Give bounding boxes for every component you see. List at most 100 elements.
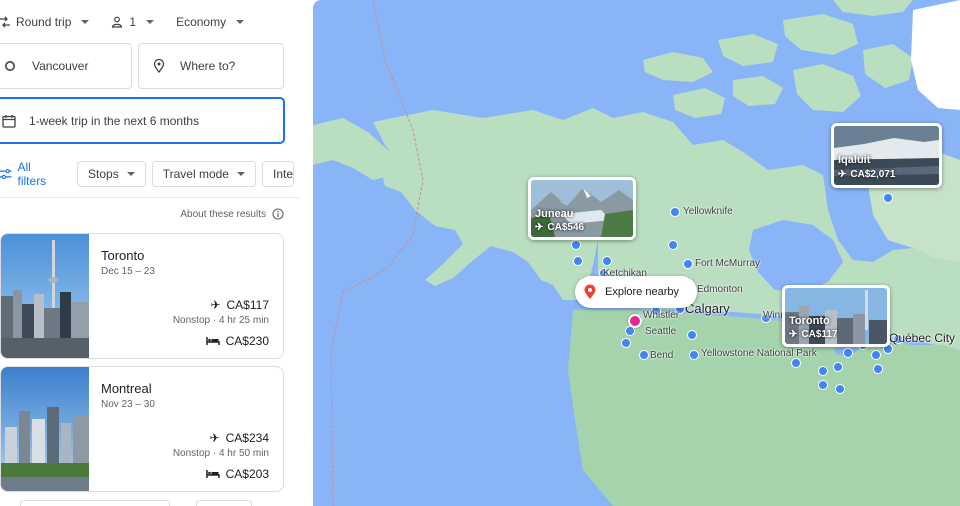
map-label-yellowknife: Yellowknife	[683, 206, 733, 217]
destination-card-toronto[interactable]: Toronto Dec 15 – 23 ✈ CA$117 Nonstop · 4…	[0, 233, 284, 359]
info-icon	[272, 208, 284, 220]
map-label-fort-mcmurray: Fort McMurray	[695, 258, 760, 269]
card-dates: Dec 15 – 23	[101, 266, 155, 277]
destination-card-montreal[interactable]: Montreal Nov 23 – 30 ✈ CA$234 Nonstop · …	[0, 366, 284, 492]
card-flight-price-row: ✈ CA$234	[210, 431, 269, 445]
map-city-pin[interactable]	[843, 348, 853, 358]
interests-filter-chip[interactable]: Inte	[261, 161, 294, 187]
map-city-pin[interactable]	[833, 362, 843, 372]
photo-pin-toronto[interactable]: Toronto ✈ CA$117	[782, 285, 890, 347]
card-flight-details: Nonstop · 4 hr 25 min	[172, 315, 269, 326]
card-hotel-price-row: CA$203	[205, 467, 269, 481]
photo-pin-price-row: ✈ CA$546	[535, 222, 584, 233]
map-label-quebec: Québec City	[889, 331, 956, 345]
map-label-seattle: Seattle	[645, 326, 677, 337]
card-city: Montreal	[101, 381, 152, 396]
airplane-icon: ✈	[535, 222, 544, 233]
destination-placeholder: Where to?	[180, 59, 236, 73]
tune-icon	[0, 169, 12, 179]
photo-pin-price-row: ✈ CA$2,071	[838, 169, 895, 180]
map-label-edmonton: Edmonton	[697, 284, 743, 295]
results-panel: Round trip 1 Economy Vancouver Where to?	[0, 0, 300, 506]
map-city-pin[interactable]	[687, 330, 697, 340]
explore-nearby-button[interactable]: Explore nearby	[575, 276, 697, 308]
next-card-edge	[196, 500, 252, 506]
map-label-yellowstone: Yellowstone National Park	[701, 348, 817, 359]
origin-pin[interactable]	[628, 314, 642, 328]
map-city-pin[interactable]	[871, 350, 881, 360]
chip-label: Stops	[88, 167, 119, 181]
all-filters-label: All filters	[17, 160, 47, 188]
photo-pin-name: Iqaluit	[838, 154, 871, 166]
filters-divider	[0, 197, 300, 198]
card-dates: Nov 23 – 30	[101, 399, 155, 410]
all-filters-button[interactable]: All filters	[0, 160, 61, 188]
card-flight-price: CA$234	[225, 431, 269, 445]
map-city-pin[interactable]	[573, 256, 583, 266]
map-city-pin[interactable]	[621, 338, 631, 348]
trip-type-label: Round trip	[16, 15, 72, 29]
map-city-pin[interactable]	[873, 364, 883, 374]
photo-pin-juneau[interactable]: Juneau ✈ CA$546	[528, 177, 636, 240]
chevron-down-icon	[126, 172, 135, 176]
map-view[interactable]: Yellowknife Ketchikan Fort McMurray Edmo…	[313, 0, 960, 506]
bed-icon	[205, 337, 220, 345]
destination-field[interactable]: Where to?	[138, 43, 284, 89]
card-flight-price-row: ✈ CA$117	[210, 298, 269, 312]
person-icon	[112, 16, 123, 28]
photo-pin-iqaluit[interactable]: Iqaluit ✈ CA$2,071	[831, 123, 942, 188]
map-city-pin[interactable]	[818, 366, 828, 376]
airplane-icon: ✈	[209, 431, 220, 445]
trip-type-select[interactable]: Round trip	[0, 15, 90, 29]
bed-icon	[205, 470, 220, 478]
map-city-pin[interactable]	[602, 256, 612, 266]
map-city-pin[interactable]	[689, 350, 699, 360]
passengers-count: 1	[129, 15, 137, 29]
origin-field[interactable]: Vancouver	[0, 43, 132, 89]
photo-pin-price-row: ✈ CA$117	[789, 329, 838, 340]
airplane-icon: ✈	[789, 329, 798, 340]
filter-chips-row: All filters Stops Travel mode Inte	[0, 160, 300, 188]
trip-options-row: Round trip 1 Economy	[0, 10, 245, 34]
card-hotel-price: CA$203	[225, 467, 269, 481]
map-label-whistler: Whistler	[643, 310, 680, 321]
map-city-pin[interactable]	[835, 384, 845, 394]
map-city-pin[interactable]	[883, 193, 893, 203]
cabin-class-select[interactable]: Economy	[176, 15, 245, 29]
date-range-field[interactable]: 1-week trip in the next 6 months	[0, 98, 284, 143]
stops-filter-chip[interactable]: Stops	[77, 161, 146, 187]
passengers-select[interactable]: 1	[111, 15, 155, 29]
airplane-icon: ✈	[838, 169, 847, 180]
map-canvas[interactable]	[313, 0, 960, 506]
about-results[interactable]: About these results	[180, 208, 284, 220]
photo-pin-price: CA$117	[801, 329, 838, 340]
chevron-down-icon	[146, 20, 155, 24]
map-city-pin[interactable]	[791, 358, 801, 368]
airplane-icon: ✈	[210, 298, 221, 312]
chip-label: Travel mode	[162, 167, 229, 181]
location-pin-icon	[584, 284, 596, 299]
map-city-pin[interactable]	[683, 259, 693, 269]
map-city-pin[interactable]	[571, 240, 581, 250]
card-city: Toronto	[101, 248, 145, 263]
calendar-icon	[2, 114, 16, 128]
travel-mode-filter-chip[interactable]: Travel mode	[151, 161, 256, 187]
map-city-pin[interactable]	[668, 240, 678, 250]
date-range-value: 1-week trip in the next 6 months	[29, 113, 200, 128]
map-city-pin[interactable]	[670, 207, 680, 217]
location-pin-icon	[153, 59, 165, 73]
map-city-pin[interactable]	[818, 380, 828, 390]
card-hotel-price-row: CA$230	[205, 334, 269, 348]
toronto-photo	[1, 234, 89, 358]
map-city-pin[interactable]	[639, 350, 649, 360]
photo-pin-price: CA$546	[547, 222, 585, 233]
about-results-label: About these results	[180, 208, 266, 220]
map-label-bend: Bend	[650, 350, 674, 361]
origin-circle-icon	[5, 61, 15, 71]
photo-pin-name: Juneau	[535, 208, 574, 220]
chevron-down-icon	[236, 172, 245, 176]
swap-arrows-icon	[0, 16, 10, 28]
card-flight-details: Nonstop · 4 hr 50 min	[172, 448, 269, 459]
chevron-down-icon	[81, 20, 90, 24]
chip-label: Inte	[272, 167, 293, 181]
